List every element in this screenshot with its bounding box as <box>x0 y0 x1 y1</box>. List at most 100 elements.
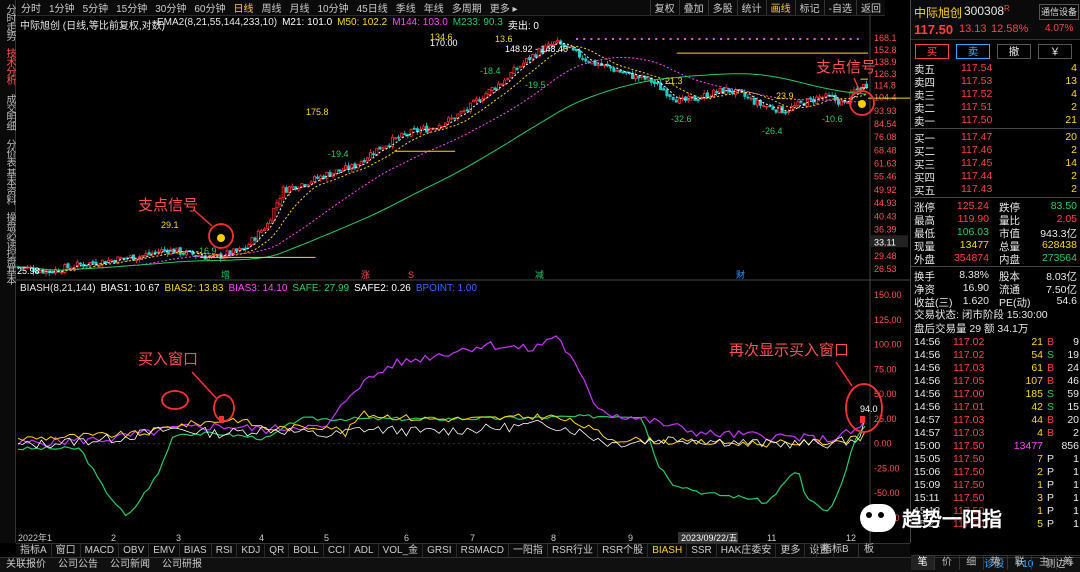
top-menu-5[interactable]: 标记 <box>794 0 824 15</box>
quote-tab[interactable]: 筹 <box>1057 556 1080 570</box>
period-2[interactable]: 5分钟 <box>79 0 113 15</box>
indicator-tab[interactable]: BIASH <box>648 544 688 557</box>
top-menu-3[interactable]: 统计 <box>736 0 766 15</box>
event-mark: 涨 <box>361 270 370 280</box>
indicator-tab[interactable]: CCI <box>324 544 351 557</box>
quote-tab[interactable]: 势 <box>984 556 1009 570</box>
indicator-tab[interactable]: RSMACD <box>457 544 509 557</box>
ema-legend: EMA2(8,21,55,144,233,10) M21: 101.0 M50: … <box>157 17 539 32</box>
top-menu-1[interactable]: 叠加 <box>678 0 708 15</box>
indicator-tab[interactable]: KDJ <box>237 544 266 557</box>
signal-dot <box>640 38 643 40</box>
cancel-order-button[interactable]: 撤 <box>997 44 1031 59</box>
top-menu-0[interactable]: 复权 <box>649 0 679 15</box>
indicator-b-tab[interactable]: 指标B <box>816 543 854 557</box>
indicator-tab[interactable]: RSI <box>212 544 238 557</box>
period-3[interactable]: 15分钟 <box>112 0 151 15</box>
buy-window-label: 买入窗口 <box>138 350 198 368</box>
period-11[interactable]: 季线 <box>392 0 420 15</box>
indicator-tab[interactable]: RSR行业 <box>548 544 599 557</box>
period-4[interactable]: 30分钟 <box>151 0 190 15</box>
stat-value: 125.24 <box>956 200 989 212</box>
top-menu-6[interactable]: -自选 <box>823 0 856 15</box>
vtab-deals[interactable]: 成交明细 <box>1 92 15 132</box>
ask-volume: 13 <box>1065 75 1077 87</box>
vtab-guide[interactable]: 操盘必读 <box>1 210 15 250</box>
period-7[interactable]: 周线 <box>258 0 286 15</box>
price-annotation: 21.3 <box>665 76 683 86</box>
period-14[interactable]: 更多 ▸ <box>486 0 522 15</box>
indicator-tab[interactable]: HAK庄委安 <box>717 544 777 557</box>
indicator-tab[interactable]: 窗口 <box>52 544 81 557</box>
vtab-fenshi[interactable]: 分时走势 <box>1 2 15 42</box>
status-link[interactable]: 公司新闻 <box>104 558 156 572</box>
left-vertical-tabs: 分时走势 技术分析 成交明细 分价表 基本资料 操盘必读 控盘基本 <box>0 0 16 543</box>
indicator-tab[interactable]: ADL <box>350 544 379 557</box>
kline-chart[interactable]: 168.1152.8138.9126.3114.8104.493.9384.54… <box>16 14 910 543</box>
period-6[interactable]: 日线 <box>230 0 258 15</box>
funds-button[interactable]: ￥ <box>1038 44 1072 59</box>
vtab-basic[interactable]: 基本资料 <box>1 166 15 206</box>
candle-body <box>521 62 525 67</box>
indicator-tab[interactable]: QR <box>265 544 290 557</box>
watermark-text: 趋势一阳指 <box>902 509 1002 531</box>
ask-price: 117.50 <box>961 114 993 126</box>
candle-body <box>506 78 510 80</box>
period-5[interactable]: 60分钟 <box>190 0 229 15</box>
indicator-tab[interactable]: GRSI <box>423 544 457 557</box>
bias-legend-item: SAFE: 27.99 <box>292 283 350 294</box>
tick-price: 117.50 <box>953 440 985 452</box>
status-link[interactable]: 公司研报 <box>156 558 208 572</box>
period-0[interactable]: 分时 <box>17 0 45 15</box>
quote-tab[interactable]: 笔 <box>911 556 936 570</box>
quote-tab[interactable]: 主 <box>1032 556 1057 570</box>
signal-dot <box>734 38 737 40</box>
candle-body <box>668 94 672 97</box>
bid-level-label: 买五 <box>914 185 935 197</box>
indicator-tab[interactable]: BOLL <box>289 544 324 557</box>
top-menu-7[interactable]: 返回 <box>856 0 885 15</box>
vtab-tech[interactable]: 技术分析 <box>1 46 15 86</box>
status-link[interactable]: 公司公告 <box>52 558 104 572</box>
candle-body <box>250 237 254 246</box>
indicator-tab[interactable]: VOL_金 <box>379 544 424 557</box>
indicator-tab[interactable]: RSR个股 <box>598 544 649 557</box>
top-menu-2[interactable]: 多股 <box>707 0 737 15</box>
tick-volume: 54 <box>1031 349 1043 361</box>
period-1[interactable]: 1分钟 <box>45 0 79 15</box>
indicator-tab[interactable]: 指标A <box>16 544 52 557</box>
period-8[interactable]: 月线 <box>286 0 314 15</box>
indicator-tab[interactable]: MACD <box>81 544 120 557</box>
quote-tab[interactable]: 价 <box>935 556 960 570</box>
stats2-divider <box>911 266 1080 267</box>
indicator-tab[interactable]: 一阳指 <box>509 544 548 557</box>
ask-volume: 4 <box>1071 88 1077 100</box>
industry-tag[interactable]: 通信设备 <box>1039 4 1079 20</box>
indicator-tab[interactable]: BIAS <box>180 544 212 557</box>
indicator-tab[interactable]: EMV <box>149 544 180 557</box>
indicator-tab[interactable]: 更多 <box>776 544 806 557</box>
tick-direction: P <box>1047 479 1055 491</box>
quote-tab[interactable]: 细 <box>960 556 984 570</box>
candle-body <box>637 75 641 79</box>
board-tab[interactable]: 板 <box>858 543 879 557</box>
top-menu-4[interactable]: 画线 <box>765 0 795 15</box>
candles <box>16 37 869 277</box>
period-13[interactable]: 多周期 <box>448 0 486 15</box>
vtab-control[interactable]: 控盘基本 <box>1 246 15 286</box>
tick-volume: 21 <box>1031 336 1043 348</box>
period-12[interactable]: 年线 <box>420 0 448 15</box>
period-9[interactable]: 10分钟 <box>314 0 353 15</box>
buy-button[interactable]: 买 <box>915 44 949 59</box>
candle-body <box>185 250 189 256</box>
tick-price: 117.05 <box>953 375 985 387</box>
vtab-price-table[interactable]: 分价表 <box>1 136 15 168</box>
status-link[interactable]: 关联报价 <box>0 558 52 572</box>
price-tag: 33.11 <box>874 237 896 247</box>
quote-tab[interactable]: 联 <box>1008 556 1033 570</box>
sell-button[interactable]: 卖 <box>956 44 990 59</box>
indicator-tab[interactable]: OBV <box>119 544 150 557</box>
period-10[interactable]: 45日线 <box>353 0 392 15</box>
indicator-tab[interactable]: SSR <box>687 544 717 557</box>
candle-body <box>365 157 369 162</box>
